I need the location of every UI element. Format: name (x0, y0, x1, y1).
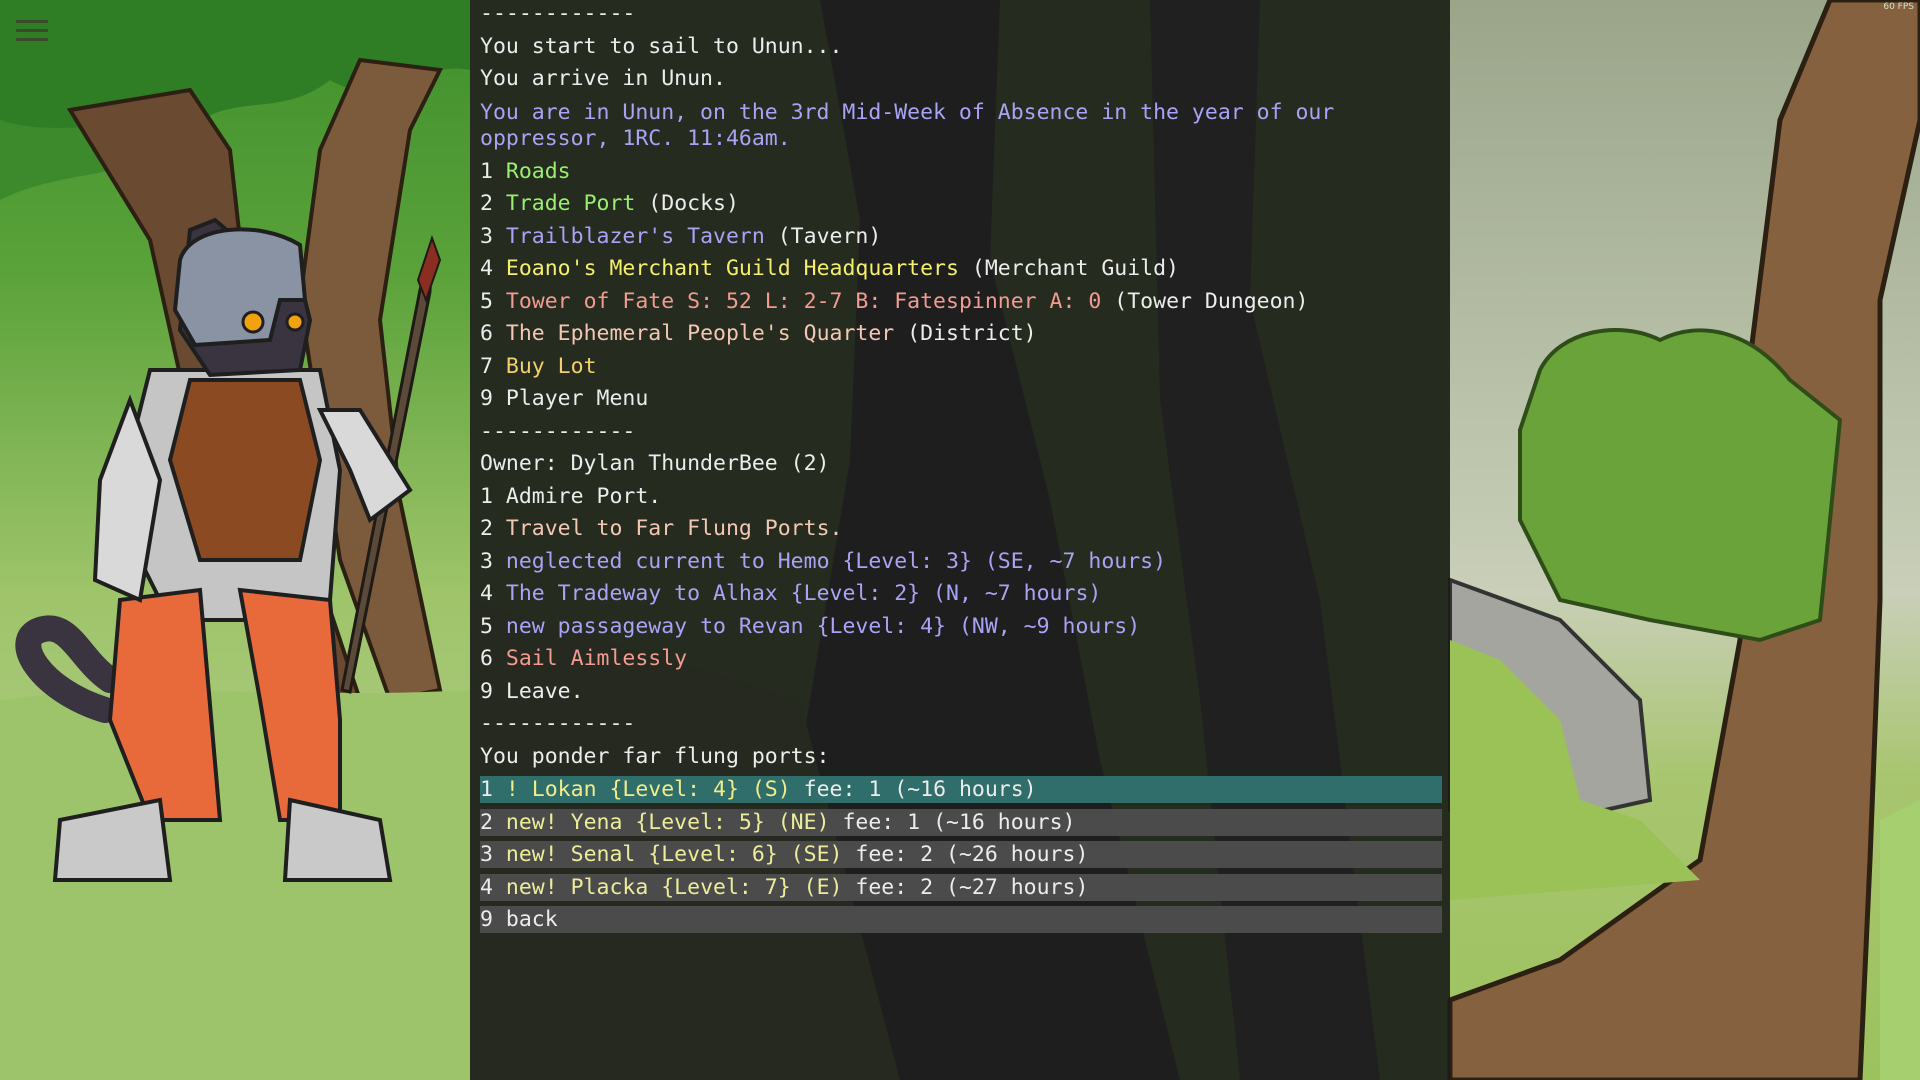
town-menu-item[interactable]: 7 Buy Lot (480, 351, 1442, 384)
option-label: new! Senal {Level: 6} (SE) (505, 842, 843, 867)
option-number: 2 (480, 809, 493, 835)
port-menu-item[interactable]: 6 Sail Aimlessly (480, 643, 1442, 676)
far-port-choice[interactable]: 2 new! Yena {Level: 5} (NE) fee: 1 (~16 … (480, 808, 1442, 836)
option-label: Admire Port. (505, 483, 662, 509)
option-label: Leave. (505, 678, 584, 704)
option-label: Sail Aimlessly (505, 646, 688, 671)
option-number: 4 (480, 874, 493, 900)
town-menu-item[interactable]: 9 Player Menu (480, 383, 1442, 416)
menu-bar (16, 38, 48, 41)
option-number: 3 (480, 548, 493, 574)
option-label: Roads (505, 158, 571, 184)
option-number: 2 (480, 516, 493, 541)
option-category: (Merchant Guild) (958, 256, 1180, 281)
option-number: 1 (480, 158, 493, 184)
option-label: Buy Lot (505, 353, 597, 379)
menu-bar (16, 20, 48, 23)
option-number: 9 (480, 907, 493, 932)
option-number: 3 (480, 842, 493, 867)
option-number: 1 (480, 483, 493, 509)
option-number: 2 (480, 191, 493, 216)
option-label: Travel to Far Flung Ports. (505, 516, 843, 541)
port-menu-item[interactable]: 1 Admire Port. (480, 481, 1442, 514)
far-port-choice-selected[interactable]: 1 ! Lokan {Level: 4} (S) fee: 1 (~16 hou… (480, 776, 1442, 803)
port-owner: Owner: Dylan ThunderBee (2) (480, 451, 830, 476)
far-port-choice[interactable]: 3 new! Senal {Level: 6} (SE) fee: 2 (~26… (480, 841, 1442, 868)
option-category: (Tavern) (764, 223, 882, 249)
back-choice[interactable]: 9 back (480, 906, 1442, 933)
option-category: (Tower Dungeon) (1101, 288, 1309, 314)
option-number: 9 (480, 678, 493, 704)
option-label: The Ephemeral People's Quarter (505, 321, 895, 346)
town-menu-item[interactable]: 4 Eoano's Merchant Guild Headquarters (M… (480, 253, 1442, 286)
town-menu-item[interactable]: 1 Roads (480, 156, 1442, 189)
option-label: Trailblazer's Tavern (505, 223, 765, 249)
log-arrive: You arrive in Unun. (480, 66, 726, 91)
option-label: Player Menu (505, 386, 649, 411)
option-fee: fee: 1 (~16 hours) (790, 777, 1037, 802)
option-number: 5 (480, 288, 493, 314)
option-label: new! Yena {Level: 5} (NE) (505, 809, 830, 835)
hamburger-menu-icon[interactable] (16, 20, 48, 46)
option-label: new passageway to Revan {Level: 4} (NW, … (505, 613, 1141, 639)
text-console: ------------ You start to sail to Unun..… (470, 0, 1450, 1080)
town-menu-item[interactable]: 5 Tower of Fate S: 52 L: 2-7 B: Fatespin… (480, 286, 1442, 319)
option-label: neglected current to Hemo {Level: 3} (SE… (505, 548, 1167, 574)
option-label: Eoano's Merchant Guild Headquarters (505, 256, 959, 281)
console-content: ------------ You start to sail to Unun..… (480, 0, 1442, 939)
location-description: You are in Unun, on the 3rd Mid-Week of … (480, 99, 1335, 151)
option-fee: fee: 2 (~26 hours) (842, 842, 1089, 867)
ponder-prompt: You ponder far flung ports: (480, 743, 830, 769)
divider: ------------ (480, 418, 636, 444)
option-fee: fee: 1 (~16 hours) (829, 809, 1076, 835)
option-fee: fee: 2 (~27 hours) (842, 874, 1089, 900)
option-label: back (505, 907, 558, 932)
menu-bar (16, 29, 48, 32)
fps-counter: 60 FPS (1883, 2, 1914, 12)
option-label: ! Lokan {Level: 4} (S) (505, 777, 791, 802)
far-port-choice[interactable]: 4 new! Placka {Level: 7} (E) fee: 2 (~27… (480, 873, 1442, 901)
port-menu-item[interactable]: 4 The Tradeway to Alhax {Level: 2} (N, ~… (480, 578, 1442, 611)
option-number: 6 (480, 646, 493, 671)
divider: ------------ (480, 1, 636, 26)
port-menu-item[interactable]: 2 Travel to Far Flung Ports. (480, 513, 1442, 546)
divider: ------------ (480, 711, 636, 736)
port-menu-item[interactable]: 9 Leave. (480, 676, 1442, 709)
town-menu-item[interactable]: 6 The Ephemeral People's Quarter (Distri… (480, 318, 1442, 351)
option-number: 7 (480, 353, 493, 379)
log-sail-start: You start to sail to Unun... (480, 33, 843, 59)
option-number: 5 (480, 613, 493, 639)
town-menu-item[interactable]: 2 Trade Port (Docks) (480, 188, 1442, 221)
option-number: 6 (480, 321, 493, 346)
option-number: 4 (480, 581, 493, 606)
option-label: The Tradeway to Alhax {Level: 2} (N, ~7 … (505, 581, 1102, 606)
option-number: 9 (480, 386, 493, 411)
option-category: (Docks) (635, 191, 739, 216)
option-number: 3 (480, 223, 493, 249)
option-label: new! Placka {Level: 7} (E) (505, 874, 843, 900)
option-label: Trade Port (505, 191, 636, 216)
option-label: Tower of Fate S: 52 L: 2-7 B: Fatespinne… (505, 288, 1102, 314)
town-menu-item[interactable]: 3 Trailblazer's Tavern (Tavern) (480, 221, 1442, 254)
option-number: 1 (480, 777, 493, 802)
port-menu-item[interactable]: 5 new passageway to Revan {Level: 4} (NW… (480, 611, 1442, 644)
option-number: 4 (480, 256, 493, 281)
option-category: (District) (894, 321, 1037, 346)
port-menu-item[interactable]: 3 neglected current to Hemo {Level: 3} (… (480, 546, 1442, 579)
